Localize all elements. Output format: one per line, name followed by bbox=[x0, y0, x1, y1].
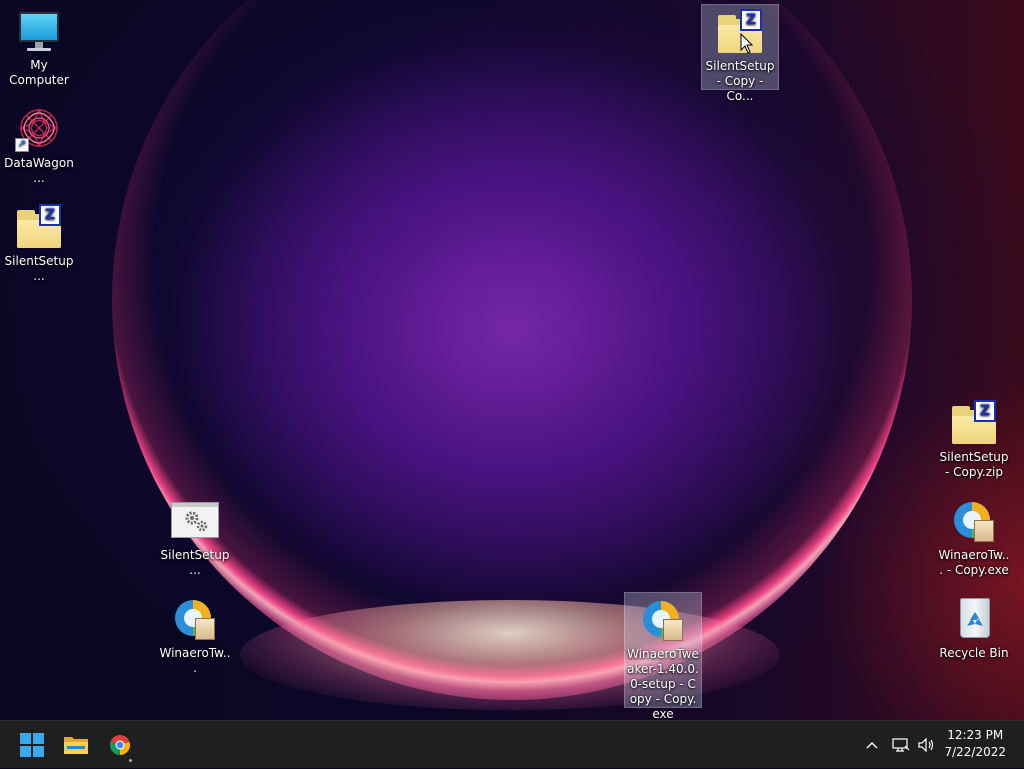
computer-icon bbox=[15, 8, 63, 56]
desktop-icon-silentsetup-exe[interactable]: SilentSetup... bbox=[157, 494, 233, 581]
installer-icon bbox=[639, 597, 687, 645]
recycle-bin-icon bbox=[950, 596, 998, 644]
desktop[interactable]: My Computer ↗ DataWagon... Z SilentSetup… bbox=[0, 0, 1024, 720]
chrome-button[interactable] bbox=[100, 725, 140, 765]
desktop-icon-winaero-setup-copy-copy[interactable]: WinaeroTweaker-1.40.0.0-setup - Copy - C… bbox=[624, 592, 702, 720]
desktop-icon-label: DataWagon... bbox=[4, 156, 74, 185]
shortcut-arrow-icon: ↗ bbox=[15, 138, 29, 152]
start-button[interactable] bbox=[12, 725, 52, 765]
file-explorer-button[interactable] bbox=[56, 725, 96, 765]
settings-window-icon bbox=[171, 498, 219, 546]
clock[interactable]: 12:23 PM 7/22/2022 bbox=[944, 727, 1006, 761]
desktop-icon-winaero[interactable]: WinaeroTw... bbox=[157, 592, 233, 679]
desktop-icon-datawagon[interactable]: ↗ DataWagon... bbox=[1, 102, 77, 189]
desktop-icon-winaero-copy[interactable]: WinaeroTw... - Copy.exe bbox=[936, 494, 1012, 581]
desktop-icon-label: SilentSetup - Copy.zip bbox=[939, 450, 1009, 479]
volume-button[interactable] bbox=[917, 721, 937, 769]
desktop-icon-silentsetup-zip-left[interactable]: Z SilentSetup... bbox=[1, 200, 77, 287]
installer-icon bbox=[171, 596, 219, 644]
desktop-icon-my-computer[interactable]: My Computer bbox=[1, 4, 77, 91]
zip-folder-icon: Z bbox=[15, 204, 63, 252]
network-icon bbox=[892, 738, 910, 752]
desktop-icon-silentsetup-copy-copy[interactable]: Z SilentSetup - Copy - Co... bbox=[701, 4, 779, 103]
running-indicator bbox=[129, 759, 132, 762]
show-hidden-icons-button[interactable] bbox=[864, 721, 880, 769]
desktop-icon-silentsetup-copy-zip[interactable]: Z SilentSetup - Copy.zip bbox=[936, 396, 1012, 483]
desktop-icon-label: Recycle Bin bbox=[939, 646, 1009, 660]
desktop-icon-label: WinaeroTw... bbox=[159, 646, 231, 675]
clock-time: 12:23 PM bbox=[947, 728, 1004, 742]
network-button[interactable] bbox=[892, 721, 910, 769]
taskbar: 12:23 PM 7/22/2022 bbox=[0, 720, 1024, 768]
zip-folder-icon: Z bbox=[716, 9, 764, 57]
desktop-icon-label: SilentSetup - Copy - Co... bbox=[705, 59, 775, 103]
volume-icon bbox=[918, 737, 934, 753]
desktop-icon-label: SilentSetup... bbox=[4, 254, 74, 283]
desktop-icon-label: WinaeroTw... - Copy.exe bbox=[938, 548, 1010, 577]
desktop-icon-label: SilentSetup... bbox=[160, 548, 230, 577]
desktop-icon-label: WinaeroTweaker-1.40.0.0-setup - Copy - C… bbox=[627, 647, 699, 720]
windows-start-icon bbox=[20, 733, 44, 757]
chrome-icon bbox=[110, 735, 130, 755]
installer-icon bbox=[950, 498, 998, 546]
desktop-icon-recycle-bin[interactable]: Recycle Bin bbox=[936, 592, 1012, 664]
clock-date: 7/22/2022 bbox=[944, 745, 1006, 759]
zip-folder-icon: Z bbox=[950, 400, 998, 448]
file-explorer-icon bbox=[64, 737, 88, 754]
desktop-icon-label: My Computer bbox=[9, 58, 69, 87]
chevron-up-icon bbox=[866, 742, 878, 749]
app-spiral-icon: ↗ bbox=[15, 106, 63, 154]
